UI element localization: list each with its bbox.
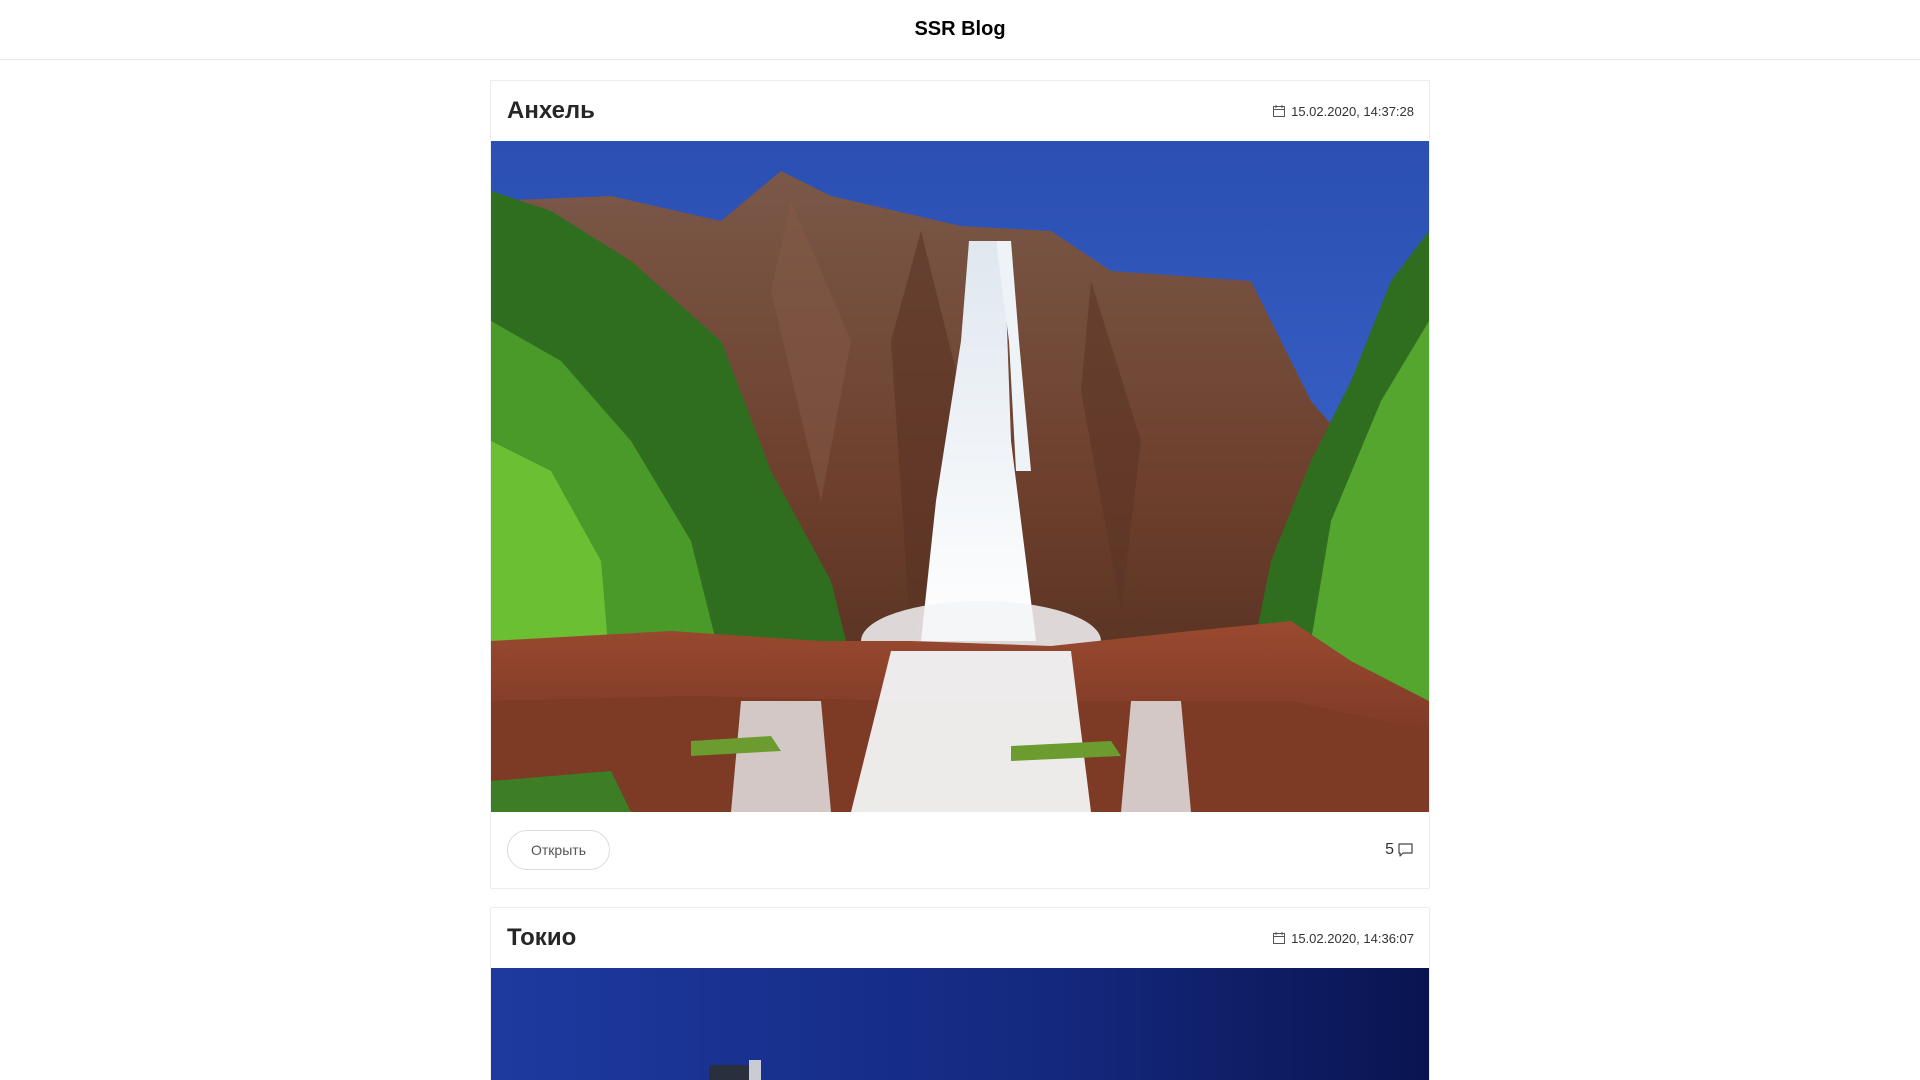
comment-icon <box>1398 843 1413 857</box>
calendar-icon <box>1273 932 1286 944</box>
top-bar: SSR Blog <box>0 0 1920 60</box>
post-date-text: 15.02.2020, 14:36:07 <box>1291 930 1414 946</box>
post-card: Токио 15.02.2020, 14:36:07 <box>490 907 1430 1080</box>
post-feed: Анхель 15.02.2020, 14:37:28 Открыть 5 То… <box>490 80 1430 1080</box>
comments-count: 5 <box>1385 841 1394 858</box>
post-header: Анхель 15.02.2020, 14:37:28 <box>491 81 1429 141</box>
post-image-tokyo <box>491 968 1429 1080</box>
post-date: 15.02.2020, 14:37:28 <box>1273 104 1414 119</box>
post-header: Токио 15.02.2020, 14:36:07 <box>491 908 1429 968</box>
calendar-icon <box>1273 105 1286 117</box>
post-image-waterfall <box>491 141 1429 812</box>
post-card: Анхель 15.02.2020, 14:37:28 Открыть 5 <box>490 80 1430 889</box>
comments-counter[interactable]: 5 <box>1385 841 1413 859</box>
post-title: Анхель <box>507 97 595 124</box>
post-footer: Открыть 5 <box>491 812 1429 888</box>
open-post-button[interactable]: Открыть <box>507 830 610 870</box>
post-date: 15.02.2020, 14:36:07 <box>1273 931 1414 946</box>
post-date-text: 15.02.2020, 14:37:28 <box>1291 103 1414 119</box>
site-title[interactable]: SSR Blog <box>914 18 1005 41</box>
post-title: Токио <box>507 924 577 951</box>
